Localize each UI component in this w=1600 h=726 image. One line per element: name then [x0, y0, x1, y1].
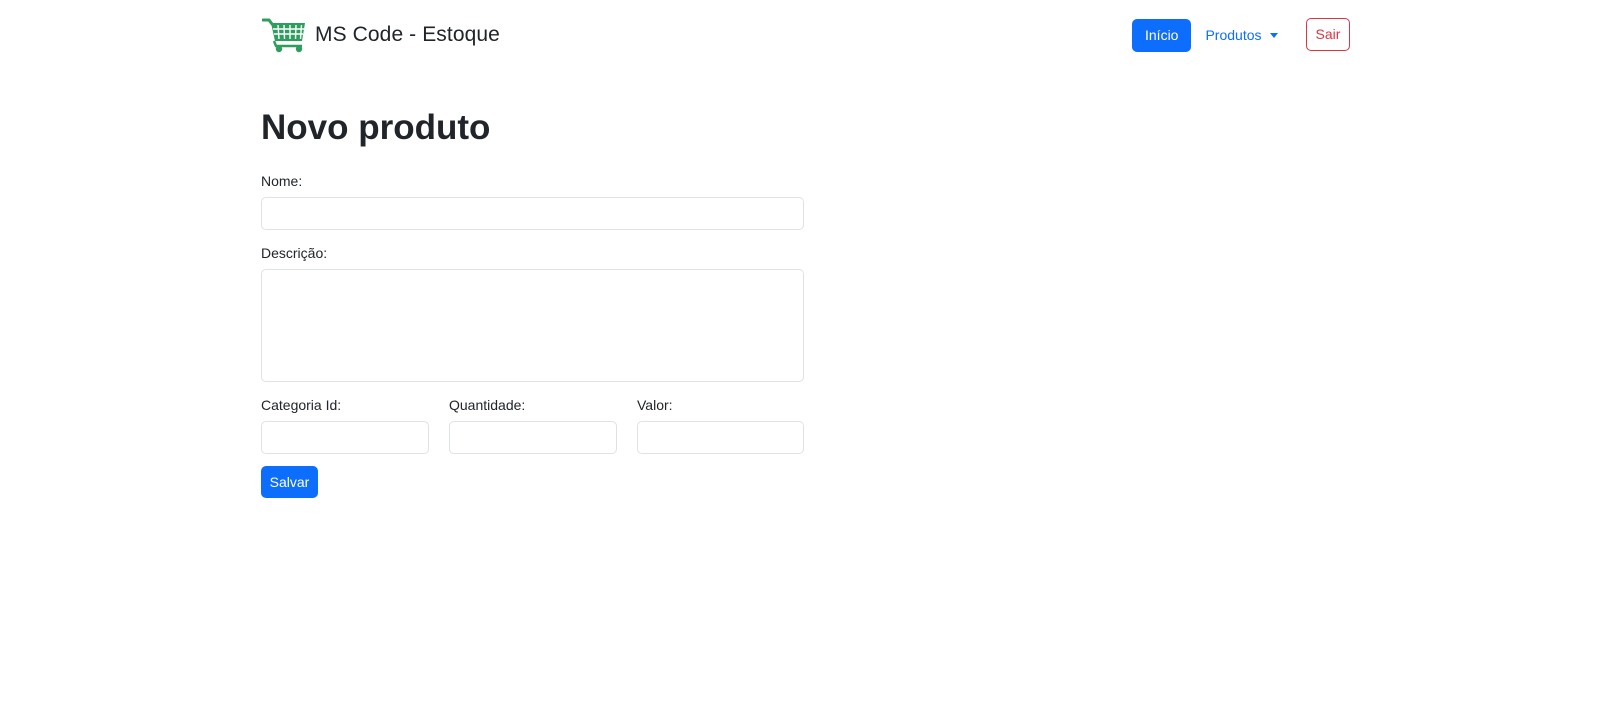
- brand-link[interactable]: MS Code - Estoque: [262, 16, 500, 54]
- categoria-id-label: Categoria Id:: [261, 397, 342, 413]
- logout-button[interactable]: Sair: [1306, 18, 1350, 51]
- page-title: Novo produto: [261, 108, 491, 147]
- quantidade-label: Quantidade:: [449, 397, 526, 413]
- nav-links: Início Produtos: [1132, 18, 1278, 52]
- nav-produtos-label: Produtos: [1205, 27, 1262, 43]
- quantidade-input[interactable]: [449, 421, 617, 454]
- descricao-label: Descrição:: [261, 245, 328, 261]
- nav-produtos-dropdown[interactable]: Produtos: [1205, 19, 1278, 52]
- valor-input[interactable]: [637, 421, 804, 454]
- brand-name: MS Code - Estoque: [315, 23, 500, 46]
- descricao-textarea[interactable]: [261, 269, 804, 382]
- shopping-cart-icon: [262, 16, 307, 54]
- categoria-id-input[interactable]: [261, 421, 429, 454]
- valor-label: Valor:: [637, 397, 673, 413]
- nome-input[interactable]: [261, 197, 804, 230]
- nav-inicio-button[interactable]: Início: [1132, 18, 1192, 52]
- save-button[interactable]: Salvar: [261, 466, 318, 498]
- navbar: MS Code - Estoque Início Produtos Sair: [0, 0, 1600, 70]
- caret-down-icon: [1269, 32, 1278, 38]
- nome-label: Nome:: [261, 173, 303, 189]
